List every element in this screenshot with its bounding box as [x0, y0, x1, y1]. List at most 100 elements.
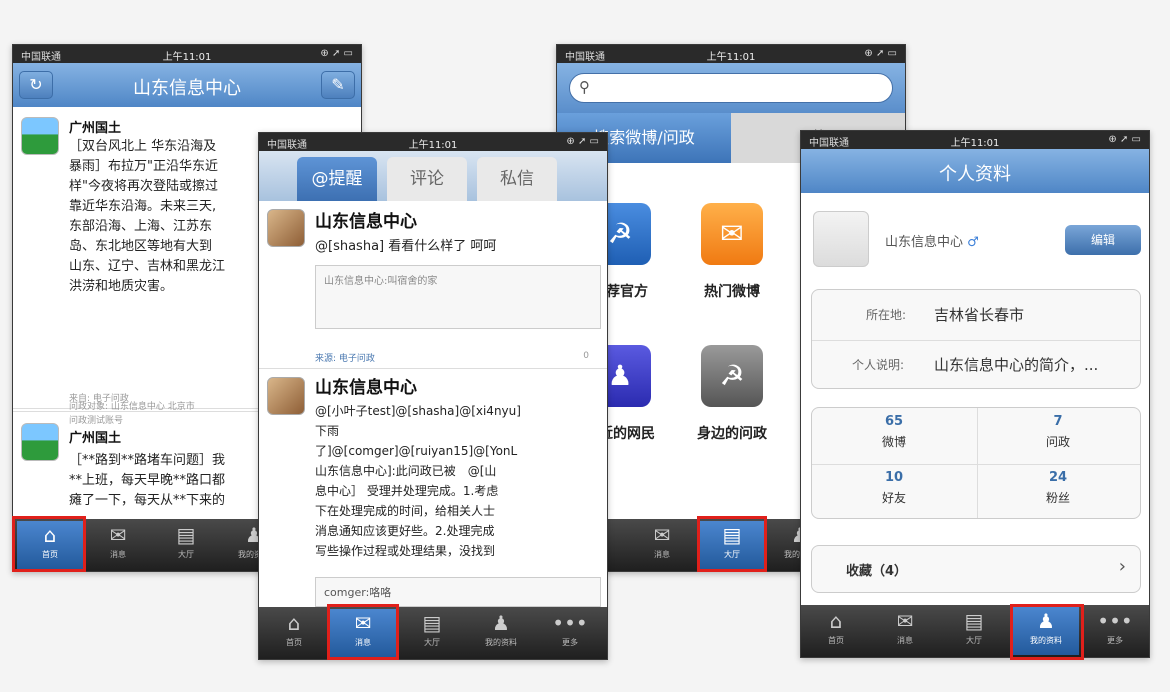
tab-messages[interactable]: ✉ 消息 — [629, 521, 695, 569]
more-icon: ••• — [552, 611, 588, 635]
post-line: @[小叶子test]@[shasha]@[xi4nyu] — [315, 404, 521, 418]
tab-home[interactable]: ⌂ 首页 — [803, 607, 869, 655]
tab-label: 大厅 — [424, 638, 440, 647]
stats-card: 65 微博 7 问政 10 好友 24 粉丝 — [811, 407, 1141, 519]
location-label: 所在地: — [866, 308, 907, 322]
tab-label: 消息 — [897, 636, 913, 645]
compose-button[interactable]: ✎ — [321, 71, 355, 99]
tab-label: 大厅 — [178, 550, 194, 559]
search-icon: ⚲ — [579, 78, 590, 96]
page-title: 个人资料 — [939, 164, 1011, 185]
tab-profile[interactable]: ♟ 我的资料 — [468, 609, 534, 657]
mail-icon[interactable]: ✉ — [701, 203, 763, 265]
battery-icon: ⊕ ➚ ▭ — [320, 48, 353, 59]
highlight-box — [1010, 604, 1084, 660]
post-line: 息中心］ 受理并处理完成。1.考虑 — [315, 484, 499, 498]
stat-weibo[interactable]: 65 微博 — [812, 414, 976, 450]
stat-label: 微博 — [881, 435, 906, 449]
hall-icon: ▤ — [422, 611, 442, 635]
comment-count: 0 — [583, 351, 589, 361]
list-item[interactable]: 山东信息中心 @[小叶子test]@[shasha]@[xi4nyu] 下雨 了… — [259, 371, 607, 611]
tab-label: 更多 — [562, 638, 578, 647]
list-item[interactable]: 山东信息中心 @[shasha] 看看什么样了 呵呵 山东信息中心:叫宿舍的家 … — [259, 201, 607, 369]
male-icon: ♂ — [967, 235, 979, 250]
post-line: 写些操作过程或处理结果，没找到 — [315, 544, 496, 558]
favorites-row[interactable]: 收藏（4） › — [811, 545, 1141, 593]
tab-home[interactable]: ⌂ 首页 — [261, 609, 327, 657]
compose-icon: ✎ — [331, 75, 345, 94]
tab-hall[interactable]: ▤ 大厅 — [941, 607, 1007, 655]
stat-label: 粉丝 — [1045, 491, 1070, 505]
stat-friends[interactable]: 10 好友 — [812, 470, 976, 506]
avatar[interactable] — [813, 211, 869, 267]
avatar[interactable] — [21, 117, 59, 155]
avatar[interactable] — [267, 377, 305, 415]
phone-messages: 中国联通 上午11:01 ⊕ ➚ ▭ @提醒 评论 私信 山东信息中心 @[shas… — [258, 132, 608, 660]
post-line: 山东信息中心]:此问政已被 @[山 — [315, 464, 497, 478]
avatar[interactable] — [267, 209, 305, 247]
post-source: 来自: 电子问政 — [69, 394, 129, 404]
intro-value: 山东信息中心的简介，... — [934, 356, 1099, 374]
clock: 上午11:01 — [408, 140, 458, 151]
page-title: 山东信息中心 — [133, 78, 241, 99]
tab-hall[interactable]: ▤ 大厅 — [153, 521, 219, 569]
clock: 上午11:01 — [706, 52, 756, 63]
post-author[interactable]: 山东信息中心 — [315, 207, 417, 232]
mail-icon: ✉ — [653, 523, 671, 547]
navbar: ↻ 山东信息中心 ✎ — [13, 63, 361, 107]
message-tabs: @提醒 评论 私信 — [259, 151, 607, 201]
clock: 上午11:01 — [950, 138, 1000, 149]
tab-comments[interactable]: 评论 — [387, 157, 467, 201]
post-author[interactable]: 山东信息中心 — [315, 373, 417, 398]
post-line: 了]@[comger]@[ruiyan15]@[YonL — [315, 444, 518, 458]
tab-private[interactable]: 私信 — [477, 157, 557, 201]
stat-label: 问政 — [1045, 435, 1070, 449]
stat-number: 24 — [1048, 470, 1068, 485]
search-input[interactable] — [569, 73, 893, 103]
tab-hall[interactable]: ▤ 大厅 — [399, 609, 465, 657]
tab-label: 首页 — [828, 636, 844, 645]
home-icon: ⌂ — [829, 609, 843, 633]
battery-icon: ⊕ ➚ ▭ — [864, 48, 897, 59]
highlight-box — [697, 516, 767, 572]
tab-bar: ⌂ 首页 ✉ 消息 ▤ 大厅 ♟ 我的资料 ••• 更多 — [259, 607, 607, 659]
edit-button[interactable]: 编辑 — [1065, 225, 1141, 255]
post-author[interactable]: 广州国土 — [69, 117, 121, 136]
mail-icon: ✉ — [896, 609, 914, 633]
status-bar: 中国联通 上午11:01 ⊕ ➚ ▭ — [259, 133, 607, 151]
location-value: 吉林省长春市 — [934, 306, 1025, 324]
avatar[interactable] — [21, 423, 59, 461]
tab-more[interactable]: ••• 更多 — [537, 609, 603, 657]
quoted-post[interactable]: 山东信息中心:叫宿舍的家 — [315, 265, 601, 329]
status-bar: 中国联通 上午11:01 ⊕ ➚ ▭ — [801, 131, 1149, 149]
hall-icon: ▤ — [964, 609, 984, 633]
profile-name: 山东信息中心 ♂ — [885, 231, 979, 250]
post-author[interactable]: 广州国土 — [69, 427, 121, 446]
quoted-post[interactable]: comger:咯咯 — [315, 577, 601, 607]
tab-messages[interactable]: ✉ 消息 — [85, 521, 151, 569]
item-hot-weibo[interactable]: 热门微博 — [677, 281, 787, 301]
highlight-box — [327, 604, 399, 660]
profile-info-card: 所在地: 吉林省长春市 个人说明: 山东信息中心的简介，... — [811, 289, 1141, 389]
intro-label: 个人说明: — [852, 358, 905, 372]
tab-mentions[interactable]: @提醒 — [297, 157, 377, 201]
stat-fans[interactable]: 24 粉丝 — [976, 470, 1140, 506]
stat-politics[interactable]: 7 问政 — [976, 414, 1140, 450]
post-text: @[shasha] 看看什么样了 呵呵 — [315, 239, 497, 254]
mail-icon: ✉ — [109, 523, 127, 547]
battery-icon: ⊕ ➚ ▭ — [1108, 134, 1141, 145]
item-nearby-politics[interactable]: 身边的问政 — [677, 423, 787, 443]
nearby-politics-icon[interactable]: ☭ — [701, 345, 763, 407]
clock: 上午11:01 — [162, 52, 212, 63]
highlight-box — [12, 516, 86, 572]
tab-messages[interactable]: ✉ 消息 — [872, 607, 938, 655]
tab-label: 我的资料 — [485, 638, 517, 647]
battery-icon: ⊕ ➚ ▭ — [566, 136, 599, 147]
tab-label: 消息 — [654, 550, 670, 559]
stat-number: 65 — [884, 414, 904, 429]
tab-more[interactable]: ••• 更多 — [1082, 607, 1148, 655]
post-line: 下雨 — [315, 424, 340, 438]
more-icon: ••• — [1097, 609, 1133, 633]
tab-label: 更多 — [1107, 636, 1123, 645]
stat-number: 10 — [884, 470, 904, 485]
